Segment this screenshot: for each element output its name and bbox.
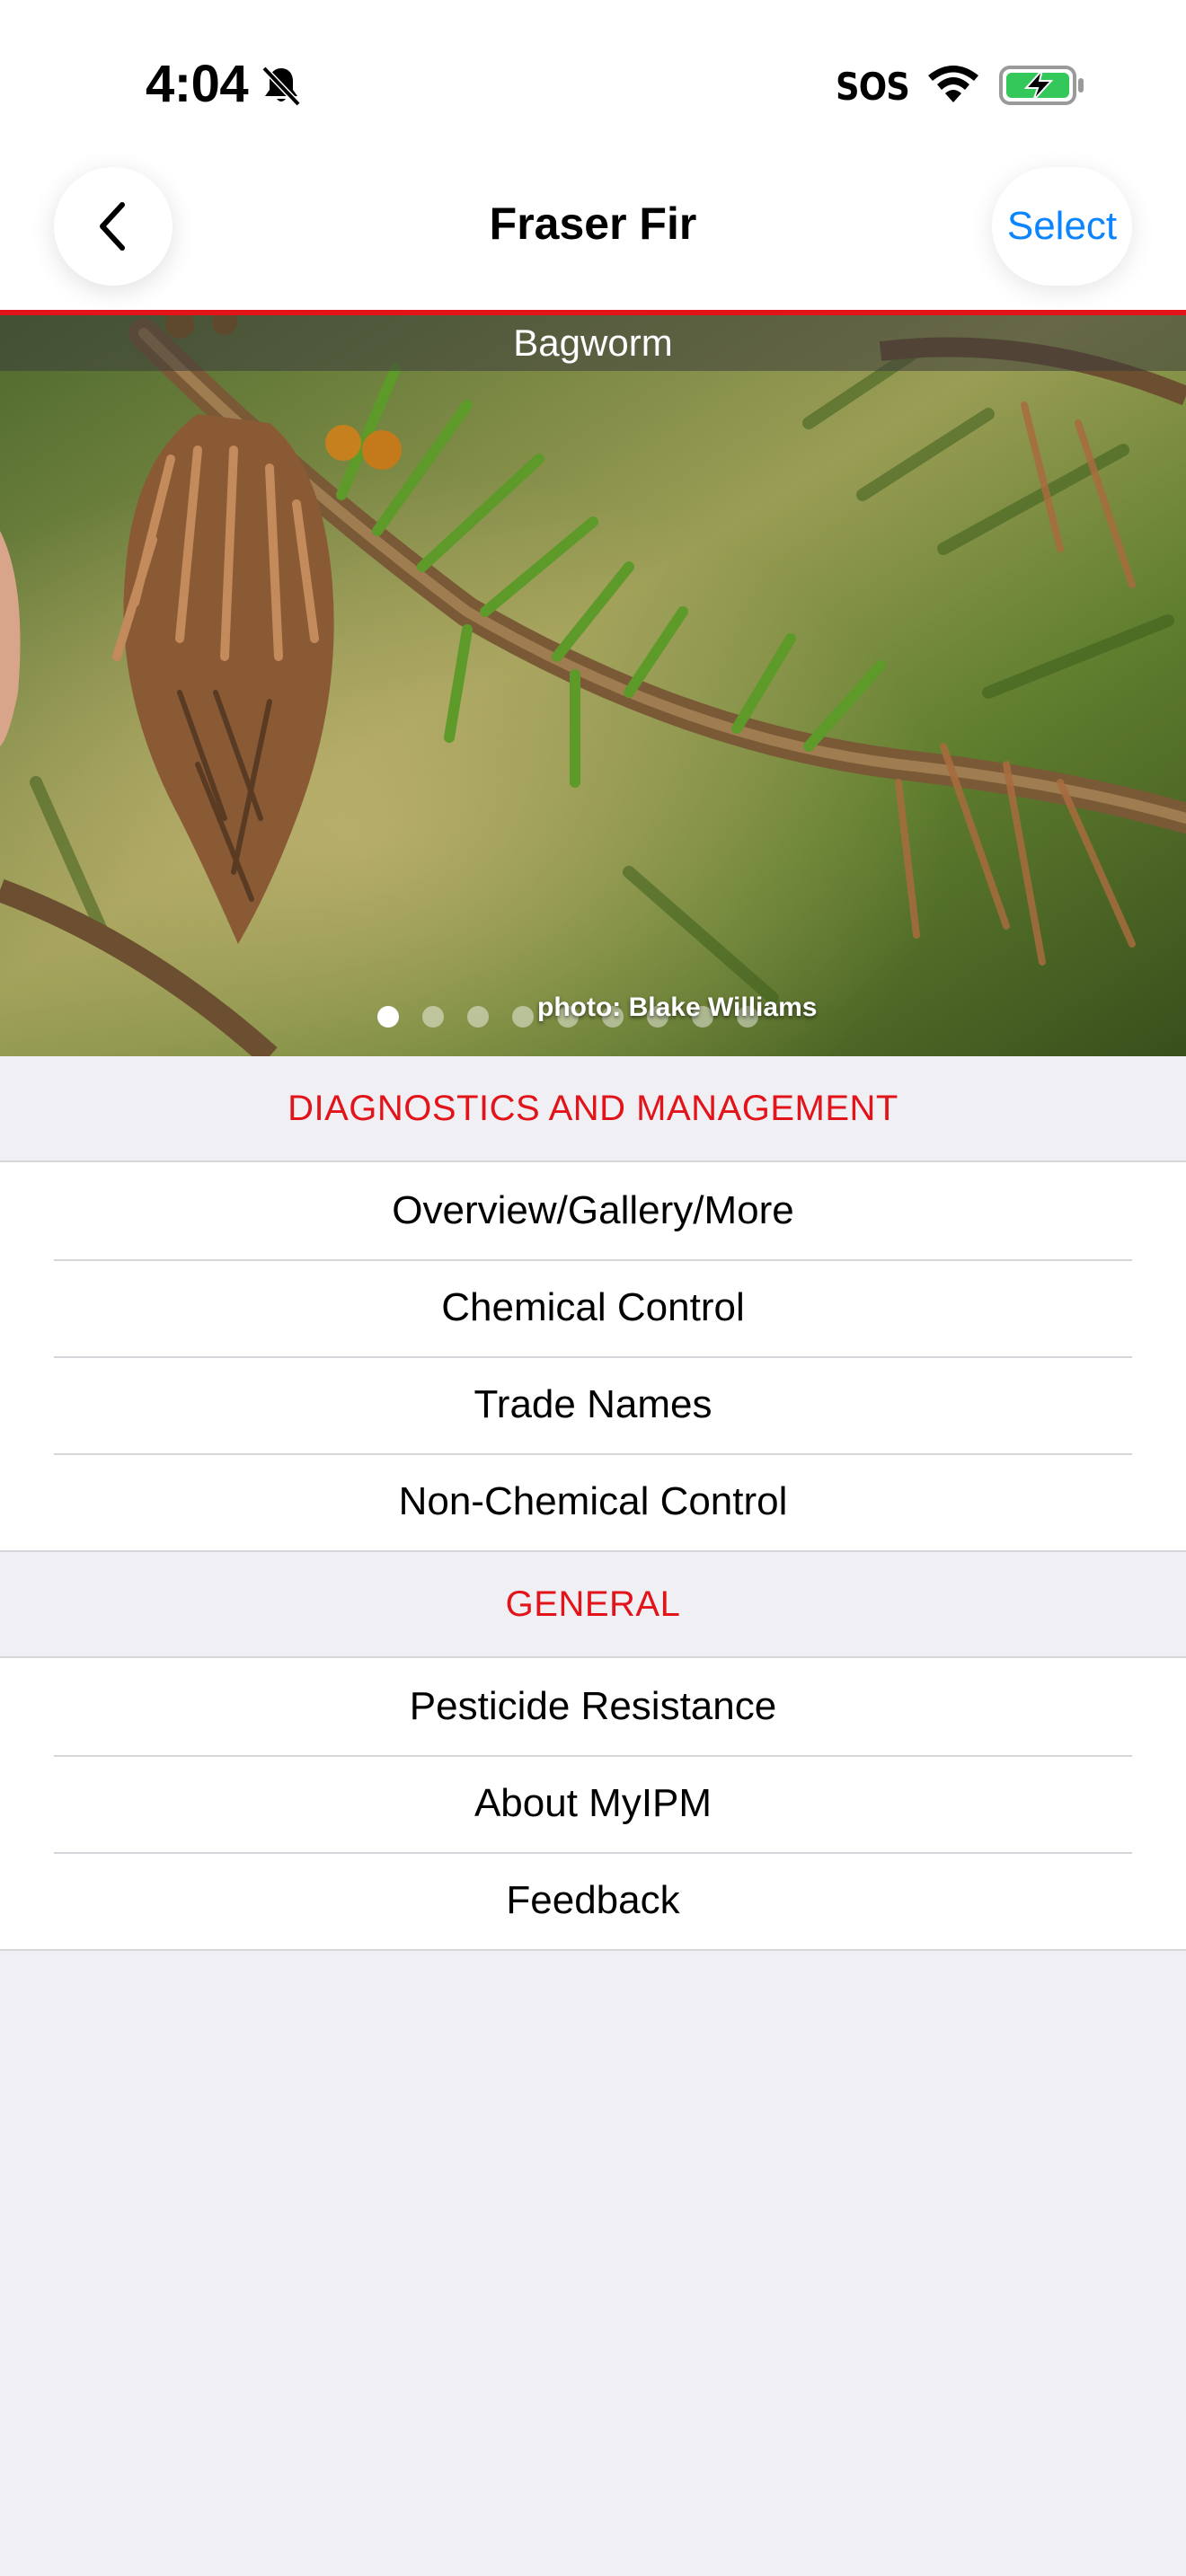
navigation-bar: Fraser Fir Select xyxy=(0,162,1186,310)
sos-indicator: SOS xyxy=(836,65,910,109)
general-list: Pesticide Resistance About MyIPM Feedbac… xyxy=(0,1658,1186,1951)
menu-item-overview[interactable]: Overview/Gallery/More xyxy=(0,1162,1186,1259)
section-header-general: GENERAL xyxy=(0,1552,1186,1658)
pest-name: Bagworm xyxy=(513,322,673,364)
wifi-icon xyxy=(928,66,978,102)
carousel-dot[interactable] xyxy=(422,1006,444,1028)
select-button[interactable]: Select xyxy=(992,167,1132,286)
carousel-dot[interactable] xyxy=(377,1006,399,1028)
menu-item-trade-names[interactable]: Trade Names xyxy=(0,1356,1186,1453)
section-header-diagnostics: DIAGNOSTICS AND MANAGEMENT xyxy=(0,1056,1186,1162)
photo-credit: photo: Blake Williams xyxy=(537,992,818,1022)
bell-slash-icon xyxy=(261,66,301,107)
status-time: 4:04 xyxy=(146,55,249,113)
diagnostics-list: Overview/Gallery/More Chemical Control T… xyxy=(0,1162,1186,1552)
menu-item-about[interactable]: About MyIPM xyxy=(0,1755,1186,1852)
menu-item-feedback[interactable]: Feedback xyxy=(0,1852,1186,1949)
menu-item-pesticide-resistance[interactable]: Pesticide Resistance xyxy=(0,1658,1186,1755)
status-bar: 4:04 SOS xyxy=(0,0,1186,162)
pest-image-carousel[interactable]: Bagworm photo: Blake Williams xyxy=(0,315,1186,1056)
menu-item-chemical-control[interactable]: Chemical Control xyxy=(0,1259,1186,1356)
carousel-dot[interactable] xyxy=(512,1006,534,1028)
pest-name-banner: Bagworm xyxy=(0,315,1186,371)
bagworm-photo xyxy=(0,315,1186,1056)
menu-item-non-chemical-control[interactable]: Non-Chemical Control xyxy=(0,1453,1186,1550)
battery-charging-icon xyxy=(999,66,1084,105)
carousel-dot[interactable] xyxy=(467,1006,489,1028)
